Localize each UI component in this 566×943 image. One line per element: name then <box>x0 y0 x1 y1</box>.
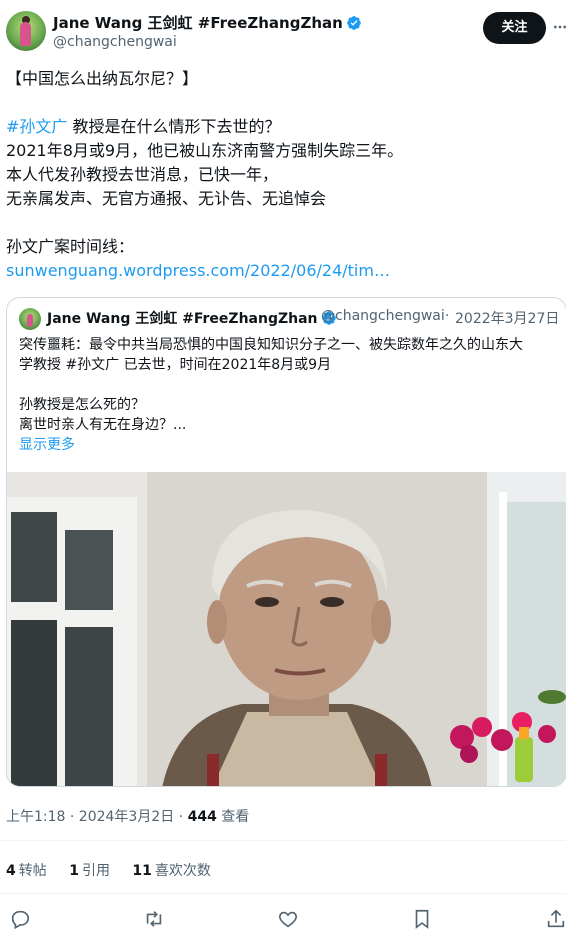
tweet-line: 2021年8月或9月，他已被山东济南警方强制失踪三年。 <box>6 141 404 160</box>
share-icon[interactable] <box>545 908 566 930</box>
quoted-tweet[interactable]: Jane Wang 王剑虹 #FreeZhangZhan @changcheng… <box>6 297 566 787</box>
divider <box>0 893 566 894</box>
reposts-count: 4 <box>6 863 16 879</box>
portrait-photo <box>7 472 566 786</box>
author-name[interactable]: Jane Wang 王剑虹 #FreeZhangZhan <box>53 12 362 33</box>
tweet-line: 孙文广案时间线： <box>6 237 135 256</box>
quoted-date[interactable]: 2022年3月27日 <box>455 308 559 328</box>
tweet-line: 本人代发孙教授去世消息，已快一年， <box>6 165 279 184</box>
quoted-line: 离世时亲人有无在身边？... <box>19 417 187 433</box>
tweet-line: #孙文广 教授是在什么情形下去世的？ <box>6 115 562 139</box>
quoted-author-handle[interactable]: @changchengwai <box>321 308 445 324</box>
quotes-count: 1 <box>69 863 79 879</box>
reply-icon[interactable] <box>9 908 31 930</box>
separator-dot: · <box>445 308 450 324</box>
author-name-text[interactable]: Jane Wang 王剑虹 #FreeZhangZhan <box>53 14 343 32</box>
repost-icon[interactable] <box>143 908 165 930</box>
engagement-stats: 4 转帖 1 引用 11 喜欢次数 <box>6 860 229 880</box>
author-avatar[interactable] <box>6 11 46 51</box>
external-link[interactable]: sunwenguang.wordpress.com/2022/06/24/tim… <box>6 261 390 280</box>
divider <box>0 840 566 841</box>
timestamp[interactable]: 上午1:18 · 2024年3月2日 · <box>6 809 188 825</box>
bookmark-icon[interactable] <box>411 908 433 930</box>
quoted-author-name[interactable]: Jane Wang 王剑虹 #FreeZhangZhan <box>47 308 337 328</box>
reposts-stat[interactable]: 4 转帖 <box>6 863 47 879</box>
show-more-link[interactable]: 显示更多 <box>19 437 75 453</box>
likes-stat[interactable]: 11 喜欢次数 <box>132 863 210 879</box>
quoted-author-name-text[interactable]: Jane Wang 王剑虹 #FreeZhangZhan <box>47 311 318 327</box>
likes-count: 11 <box>132 863 152 879</box>
follow-button[interactable]: 关注 <box>483 12 546 44</box>
hashtag-link[interactable]: #孙文广 <box>6 117 67 136</box>
reposts-label: 转帖 <box>18 863 47 879</box>
like-icon[interactable] <box>277 908 299 930</box>
likes-label: 喜欢次数 <box>154 863 211 879</box>
quoted-line: 孙教授是怎么死的？ <box>19 397 145 413</box>
tweet-line-text: 教授是在什么情形下去世的？ <box>67 117 281 136</box>
view-count: 444 <box>187 809 217 825</box>
quoted-author-avatar[interactable] <box>19 308 41 330</box>
quotes-label: 引用 <box>81 863 110 879</box>
quoted-text: 突传噩耗：最令中共当局恐惧的中国良知知识分子之一、被失踪数年之久的山东大 学教授… <box>19 335 559 455</box>
more-icon[interactable] <box>552 19 566 35</box>
tweet-line: 【中国怎么出纳瓦尔尼？】 <box>6 69 199 88</box>
action-bar <box>0 905 566 935</box>
tweet-meta: 上午1:18 · 2024年3月2日 · 444 查看 <box>6 806 249 826</box>
quoted-line: 突传噩耗：最令中共当局恐惧的中国良知知识分子之一、被失踪数年之久的山东大 <box>19 337 523 353</box>
tweet-header: Jane Wang 王剑虹 #FreeZhangZhan @changcheng… <box>0 0 566 62</box>
quotes-stat[interactable]: 1 引用 <box>69 863 110 879</box>
tweet-line: 无亲属发声、无官方通报、无讣告、无追悼会 <box>6 189 327 208</box>
verified-badge-icon <box>346 16 361 30</box>
tweet-text: 【中国怎么出纳瓦尔尼？】 #孙文广 教授是在什么情形下去世的？ 2021年8月或… <box>6 67 562 283</box>
author-handle[interactable]: @changchengwai <box>53 34 177 50</box>
quoted-photo[interactable] <box>7 472 566 786</box>
view-label: 查看 <box>216 809 250 825</box>
quoted-line: 学教授 #孙文广 已去世，时间在2021年8月或9月 <box>19 357 332 373</box>
